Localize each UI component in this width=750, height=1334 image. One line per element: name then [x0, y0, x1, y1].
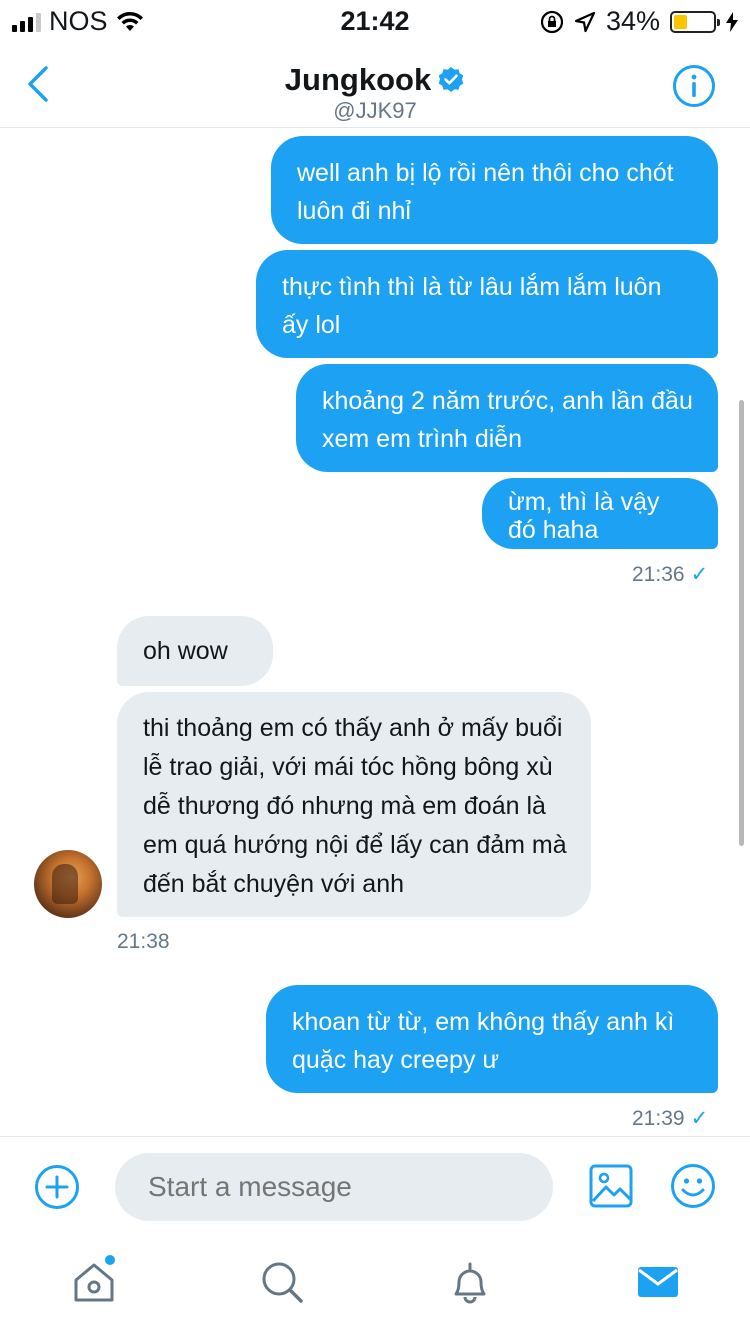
incoming-message[interactable]: oh wow [117, 616, 273, 686]
emoji-icon[interactable] [670, 1163, 716, 1209]
notifications-tab-icon[interactable] [448, 1260, 492, 1304]
outgoing-message[interactable]: ừm, thì là vậy đó haha [482, 478, 718, 549]
outgoing-message[interactable]: thực tình thì là từ lâu lắm lắm luôn ấy … [256, 250, 718, 358]
orientation-lock-icon [540, 10, 564, 33]
search-tab-icon[interactable] [260, 1260, 304, 1304]
conversation-header: Jungkook @JJK97 [0, 40, 750, 128]
sent-check-icon: ✓ [690, 1107, 709, 1130]
add-media-icon[interactable] [34, 1164, 80, 1210]
message-timestamp: 21:36 ✓ [632, 563, 709, 586]
message-composer [0, 1136, 750, 1236]
status-bar: NOS 21:42 34% [0, 0, 750, 40]
outgoing-message[interactable]: khoan từ từ, em không thấy anh kì quặc h… [266, 985, 718, 1093]
battery-icon [670, 10, 720, 33]
info-icon[interactable] [672, 64, 716, 108]
bottom-tab-bar [0, 1236, 750, 1334]
message-timestamp: 21:39 ✓ [632, 1107, 709, 1130]
sent-check-icon: ✓ [690, 563, 709, 586]
outgoing-message[interactable]: well anh bị lộ rồi nên thôi cho chót luô… [271, 136, 718, 244]
verified-badge-icon [438, 67, 464, 92]
outgoing-message[interactable]: khoảng 2 năm trước, anh lần đầu xem em t… [296, 364, 718, 472]
charging-bolt-icon [726, 11, 738, 32]
contact-name: Jungkook [284, 62, 432, 97]
message-input[interactable] [115, 1153, 553, 1221]
messages-tab-icon[interactable] [636, 1260, 680, 1304]
home-notification-dot [105, 1255, 115, 1265]
message-timestamp: 21:38 [117, 930, 170, 953]
home-tab-icon[interactable] [72, 1260, 116, 1304]
contact-handle: @JJK97 [333, 98, 417, 123]
scrollbar[interactable] [739, 400, 744, 846]
incoming-message[interactable]: thi thoảng em có thấy anh ở mấy buổi lễ … [117, 692, 591, 917]
conversation-title[interactable]: Jungkook @JJK97 [0, 62, 750, 124]
image-icon[interactable] [588, 1163, 634, 1209]
battery-percent: 34% [605, 6, 660, 36]
location-icon [574, 11, 596, 32]
contact-avatar[interactable] [34, 850, 102, 918]
